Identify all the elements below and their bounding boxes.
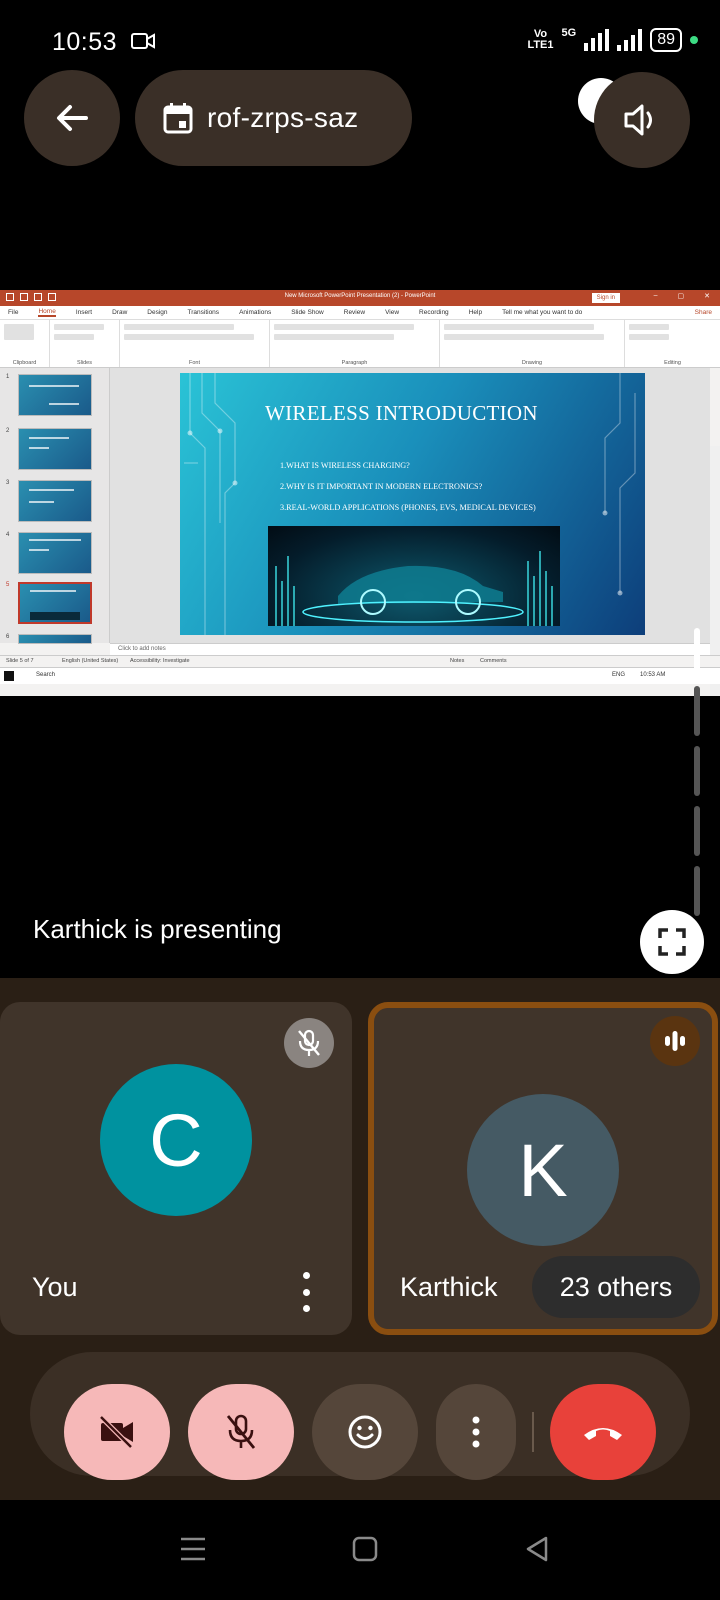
slide-thumbnail[interactable] [18,428,92,470]
windows-taskbar: Search ENG 10:53 AM [0,667,720,684]
windows-start-icon[interactable] [4,671,14,681]
comments-toggle[interactable]: Comments [480,658,507,664]
speaker-icon [624,104,652,136]
signal-icon-2 [617,29,643,51]
slide-bullets: 1.WHAT IS WIRELESS CHARGING? 2.WHY IS IT… [280,461,536,512]
slide-thumbnails: 1 2 3 4 5 6 [0,368,110,644]
slide-thumbnail-selected[interactable] [18,582,92,624]
tab-design[interactable]: Design [147,309,167,316]
ribbon-group-paragraph: Paragraph [270,320,440,367]
presenting-area: Karthick is presenting [0,696,720,976]
participant-options-button[interactable] [300,1272,312,1312]
nav-back-button[interactable] [512,1524,562,1574]
tab-review[interactable]: Review [344,309,365,316]
sign-in-button[interactable]: Sign in [591,293,620,303]
slide-thumbnail[interactable] [18,480,92,522]
tab-draw[interactable]: Draw [112,309,127,316]
status-time: 10:53 [52,28,118,56]
tab-slide-show[interactable]: Slide Show [291,309,324,316]
share-button[interactable]: Share [695,309,712,316]
slide-thumbnail[interactable] [18,634,92,644]
fullscreen-icon [658,928,686,956]
triangle-back-icon [526,1536,548,1562]
camera-toggle-button[interactable] [64,1384,170,1480]
signal-icon [584,29,610,51]
home-button[interactable] [340,1524,390,1574]
tab-insert[interactable]: Insert [76,309,92,316]
avatar: C [100,1064,252,1216]
ribbon-tabs: File Home Insert Draw Design Transitions… [0,306,720,320]
android-nav-bar [0,1500,720,1600]
slide-title: WIRELESS INTRODUCTION [265,401,538,425]
slide-editor-canvas[interactable]: WIRELESS INTRODUCTION 1.WHAT IS WIRELESS… [110,368,710,643]
participant-name: You [32,1272,78,1302]
ribbon-group-slides: Slides [50,320,120,367]
mic-toggle-button[interactable] [188,1384,294,1480]
tab-view[interactable]: View [385,309,399,316]
audio-level-icon [665,1031,685,1051]
controls-divider [532,1412,534,1452]
taskbar-search[interactable]: Search [36,672,55,678]
participant-tile-karthick[interactable]: K Karthick 23 others [368,1002,718,1335]
avatar: K [467,1094,619,1246]
more-vert-icon [472,1416,480,1448]
screen-share-view[interactable]: New Microsoft PowerPoint Presentation (2… [0,290,720,696]
participant-name: Karthick [400,1272,498,1302]
end-call-button[interactable] [550,1384,656,1480]
hang-up-icon [584,1428,622,1440]
more-options-button[interactable] [436,1384,516,1480]
meeting-info-chip[interactable]: rof-zrps-saz [135,70,412,166]
home-square-icon [352,1536,378,1562]
battery-indicator: 89 [650,28,682,52]
notes-field[interactable]: Click to add notes [110,643,710,655]
tab-home[interactable]: Home [38,308,56,317]
calendar-icon [163,103,193,134]
reactions-button[interactable] [312,1384,418,1480]
tab-transitions[interactable]: Transitions [188,309,220,316]
presenting-label: Karthick is presenting [33,914,282,944]
ribbon-group-editing: Editing [625,320,720,367]
camera-off-icon [99,1415,133,1449]
slide-thumbnail[interactable] [18,532,92,574]
mic-muted-badge [284,1018,334,1068]
tell-me-search[interactable]: Tell me what you want to do [502,309,582,316]
tab-recording[interactable]: Recording [419,309,449,316]
ribbon: Clipboard Slides Font Paragraph Drawing … [0,320,720,368]
speaking-indicator [650,1016,700,1066]
notes-toggle[interactable]: Notes [450,658,464,664]
tab-help[interactable]: Help [469,309,482,316]
ribbon-group-font: Font [120,320,270,367]
screen-record-icon [131,33,155,49]
powerpoint-title-bar: New Microsoft PowerPoint Presentation (2… [0,290,720,306]
meeting-code: rof-zrps-saz [207,102,359,133]
network-type: 5G [561,27,577,39]
powerpoint-body: 1 2 3 4 5 6 WIRELESS INTRODUCTION 1.WHAT… [0,368,720,696]
tab-file[interactable]: File [8,309,18,316]
arrow-left-icon [57,105,88,131]
mic-off-icon [226,1414,256,1449]
status-bar: 10:53 Vo LTE1 5G 89 [0,0,720,80]
powerpoint-status-bar: Slide 5 of 7 English (United States) Acc… [0,655,720,667]
mic-off-icon [298,1029,320,1056]
emoji-icon [348,1415,382,1449]
status-icons: Vo LTE1 5G 89 [527,26,698,54]
participant-tile-you[interactable]: C You [0,1002,352,1335]
ribbon-group-drawing: Drawing [440,320,625,367]
recents-button[interactable] [168,1524,218,1574]
current-slide[interactable]: WIRELESS INTRODUCTION 1.WHAT IS WIRELESS… [180,373,645,635]
ribbon-group-clipboard: Clipboard [0,320,50,367]
menu-icon [181,1537,205,1561]
audio-output-button[interactable] [594,72,690,168]
electric-car-image [268,526,560,626]
slide-thumbnail[interactable] [18,374,92,416]
back-button[interactable] [24,70,120,166]
privacy-dot-icon [690,36,698,44]
fullscreen-button[interactable] [640,910,704,974]
tab-animations[interactable]: Animations [239,309,271,316]
pager-indicator [694,628,700,928]
volte-icon: Vo LTE1 [527,28,554,51]
others-count-pill[interactable]: 23 others [532,1256,700,1318]
